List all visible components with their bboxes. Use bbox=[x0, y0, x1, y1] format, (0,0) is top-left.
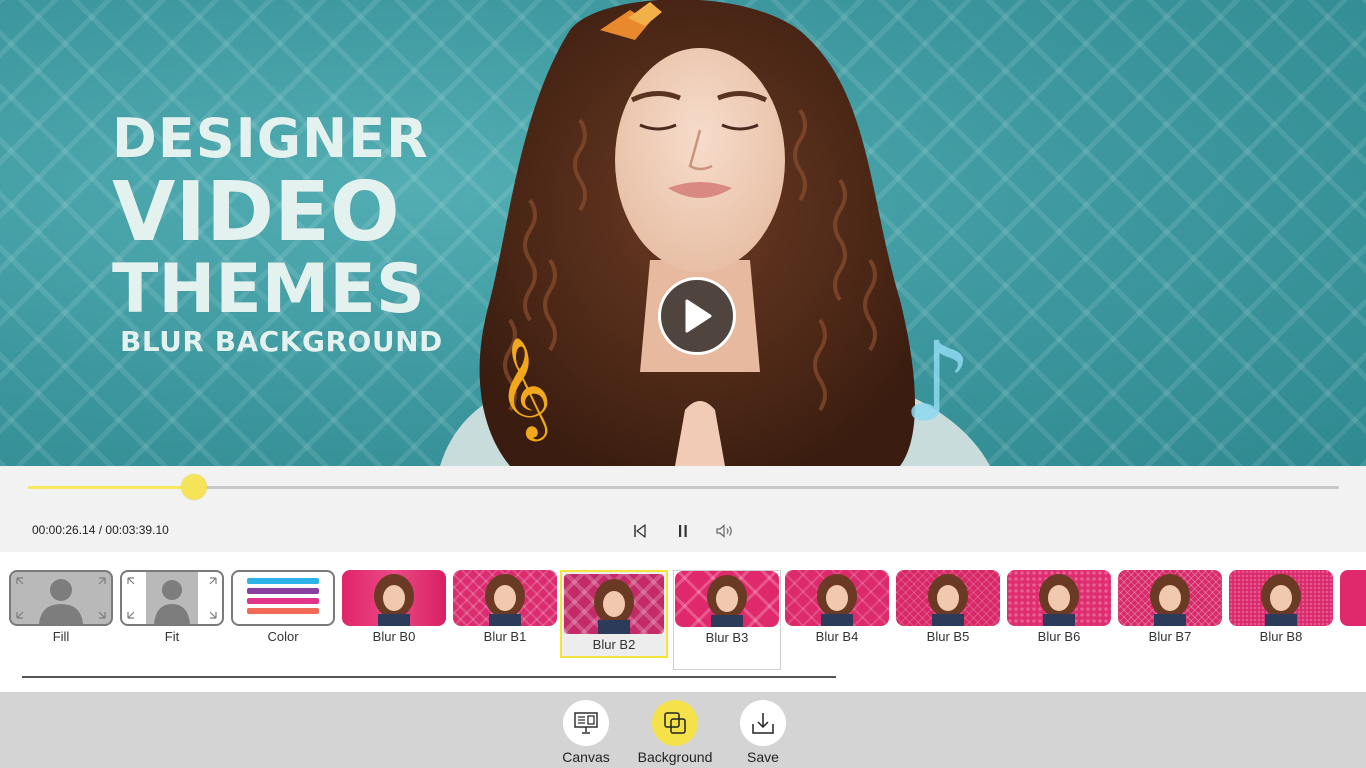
canvas-button-circle bbox=[563, 700, 609, 746]
save-label: Save bbox=[747, 749, 779, 765]
blur-b3-label: Blur B3 bbox=[705, 630, 749, 645]
background-options-strip[interactable]: Fill Fit Color Blur B0 Blur B1 Blur B2 B… bbox=[0, 552, 1366, 692]
video-preview[interactable]: DESIGNER VIDEO THEMES BLUR BACKGROUND 𝄞 … bbox=[0, 0, 1366, 466]
play-button[interactable] bbox=[658, 277, 736, 355]
blur-b7-thumbnail bbox=[1118, 570, 1222, 626]
next-thumbnail bbox=[1340, 570, 1366, 626]
previous-button[interactable] bbox=[629, 520, 651, 542]
person-placeholder-icon bbox=[16, 577, 106, 624]
blur-b4-thumbnail bbox=[785, 570, 889, 626]
blur-photo bbox=[485, 574, 525, 626]
fit-label: Fit bbox=[164, 629, 180, 644]
blur-b7-label: Blur B7 bbox=[1148, 629, 1192, 644]
blur-b5-label: Blur B5 bbox=[926, 629, 970, 644]
play-icon bbox=[685, 299, 712, 333]
canvas-button[interactable]: Canvas bbox=[541, 700, 631, 765]
seek-thumb[interactable] bbox=[181, 474, 208, 500]
color-bars-icon bbox=[247, 578, 319, 614]
color-thumbnail bbox=[231, 570, 335, 626]
background-button[interactable]: Background bbox=[630, 700, 720, 765]
background-option-blur-b5[interactable]: Blur B5 bbox=[895, 570, 1001, 644]
blur-b0-thumbnail bbox=[342, 570, 446, 626]
blur-photo bbox=[1261, 574, 1301, 626]
background-option-blur-b8[interactable]: Blur B8 bbox=[1228, 570, 1334, 644]
background-option-blur-b7[interactable]: Blur B7 bbox=[1117, 570, 1223, 644]
background-option-fill[interactable]: Fill bbox=[8, 570, 114, 644]
fill-label: Fill bbox=[52, 629, 70, 644]
pause-button[interactable] bbox=[672, 520, 694, 542]
blur-photo bbox=[374, 574, 414, 626]
blur-b6-thumbnail bbox=[1007, 570, 1111, 626]
background-option-blur-b1[interactable]: Blur B1 bbox=[452, 570, 558, 644]
blur-photo bbox=[1150, 574, 1190, 626]
blur-photo bbox=[1039, 574, 1079, 626]
bottom-toolbar: Canvas Background Save bbox=[0, 692, 1366, 768]
blur-b8-label: Blur B8 bbox=[1259, 629, 1303, 644]
background-option-blur-b0[interactable]: Blur B0 bbox=[341, 570, 447, 644]
skip-previous-icon bbox=[634, 524, 646, 538]
background-layers-icon bbox=[664, 712, 686, 734]
background-option-blur-b3[interactable]: Blur B3 bbox=[673, 570, 781, 670]
blur-b2-label: Blur B2 bbox=[592, 637, 636, 652]
background-option-next-partial[interactable] bbox=[1339, 570, 1366, 626]
background-label: Background bbox=[637, 749, 713, 765]
background-option-blur-b2[interactable]: Blur B2 bbox=[560, 570, 668, 658]
playback-controls: 00:00:26.14 / 00:03:39.10 bbox=[0, 466, 1366, 552]
background-option-fit[interactable]: Fit bbox=[119, 570, 225, 644]
volume-icon bbox=[716, 524, 732, 538]
seek-bar-progress bbox=[28, 486, 195, 489]
blur-b0-label: Blur B0 bbox=[372, 629, 416, 644]
blur-photo bbox=[594, 579, 634, 634]
person-fit-icon bbox=[127, 572, 217, 624]
background-option-blur-b4[interactable]: Blur B4 bbox=[784, 570, 890, 644]
fill-thumbnail bbox=[9, 570, 113, 626]
blur-b2-thumbnail bbox=[564, 574, 664, 634]
canvas-icon bbox=[574, 712, 598, 734]
background-button-circle bbox=[652, 700, 698, 746]
save-button-circle bbox=[740, 700, 786, 746]
volume-button[interactable] bbox=[714, 520, 736, 542]
background-option-color[interactable]: Color bbox=[230, 570, 336, 644]
strip-scrollbar[interactable] bbox=[22, 676, 836, 678]
blur-b4-label: Blur B4 bbox=[815, 629, 859, 644]
blur-b1-label: Blur B1 bbox=[483, 629, 527, 644]
pause-icon bbox=[679, 525, 687, 537]
blur-b8-thumbnail bbox=[1229, 570, 1333, 626]
music-note-icon: ♪ bbox=[902, 318, 973, 446]
blur-photo bbox=[707, 575, 747, 627]
blur-b3-thumbnail bbox=[675, 571, 779, 627]
save-button[interactable]: Save bbox=[718, 700, 808, 765]
canvas-label: Canvas bbox=[562, 749, 610, 765]
blur-b6-label: Blur B6 bbox=[1037, 629, 1081, 644]
background-option-blur-b6[interactable]: Blur B6 bbox=[1006, 570, 1112, 644]
time-display: 00:00:26.14 / 00:03:39.10 bbox=[32, 523, 169, 537]
blur-photo bbox=[817, 574, 857, 626]
blur-b1-thumbnail bbox=[453, 570, 557, 626]
seek-bar[interactable] bbox=[28, 474, 1339, 500]
fit-thumbnail bbox=[120, 570, 224, 626]
download-icon bbox=[752, 713, 774, 734]
blur-b5-thumbnail bbox=[896, 570, 1000, 626]
color-label: Color bbox=[267, 629, 299, 644]
blur-photo bbox=[928, 574, 968, 626]
